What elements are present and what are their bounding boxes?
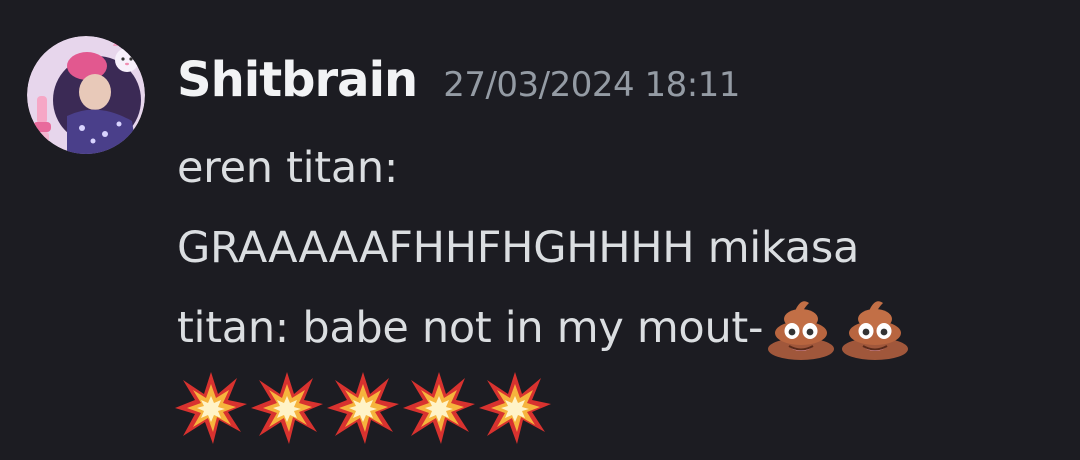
message-header: Shitbrain 27/03/2024 18:11 bbox=[177, 48, 740, 112]
user-avatar[interactable] bbox=[27, 36, 145, 154]
message-text: GRAAAAAFHHFHGHHHH mikasa bbox=[177, 223, 859, 273]
emoji-row bbox=[173, 368, 1057, 448]
collision-icon[interactable] bbox=[401, 370, 477, 446]
message-content: eren titan: GRAAAAAFHHFHGHHHH mikasa tit… bbox=[175, 128, 1057, 448]
collision-icon[interactable] bbox=[249, 370, 325, 446]
avatar-image bbox=[27, 36, 145, 154]
username[interactable]: Shitbrain bbox=[177, 48, 418, 112]
pile-of-poo-icon[interactable] bbox=[839, 295, 911, 361]
collision-icon[interactable] bbox=[173, 370, 249, 446]
message-line: eren titan: bbox=[177, 128, 1057, 208]
message-line: titan: babe not in my mout- bbox=[177, 288, 1057, 368]
message-line: GRAAAAAFHHFHGHHHH mikasa bbox=[177, 208, 1057, 288]
collision-icon[interactable] bbox=[477, 370, 553, 446]
chat-message: Shitbrain 27/03/2024 18:11 eren titan: G… bbox=[0, 0, 1080, 460]
pile-of-poo-icon[interactable] bbox=[765, 295, 837, 361]
message-timestamp: 27/03/2024 18:11 bbox=[443, 65, 740, 105]
collision-icon[interactable] bbox=[325, 370, 401, 446]
message-text: titan: babe not in my mout- bbox=[177, 303, 764, 353]
message-text: eren titan: bbox=[177, 143, 399, 193]
